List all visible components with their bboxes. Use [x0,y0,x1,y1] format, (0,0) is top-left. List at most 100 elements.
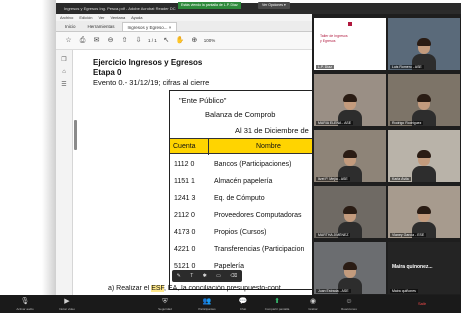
tab-inicio[interactable]: Inicio [60,22,81,31]
participant-tile[interactable]: Karla Ávila [388,130,460,182]
menu-item-edicion[interactable]: Edición [79,15,92,20]
cursor-icon[interactable]: ↖ [162,36,171,45]
save-icon[interactable]: ☆ [64,36,73,45]
account-name: Propios (Cursos) [214,229,267,236]
document-page: Ejercicio Ingresos y Egresos Etapa 0 Eve… [77,50,312,295]
screen-share-banner: Estás viendo la pantalla de L.P. Díaz [178,2,241,9]
column-divider [208,139,209,155]
participant-tile-slide[interactable]: Taller de Ingresos y Egresos L.P. Díaz [314,18,386,70]
account-name: Papelería [214,263,244,270]
next-page-icon[interactable]: ⇩ [134,36,143,45]
bookmark-icon[interactable]: ☰ [56,81,72,88]
video-icon: ▶ [64,298,70,305]
control-label: Seguridad [158,307,172,311]
participant-tile[interactable]: Itzel P. Mejía - ASE [314,130,386,182]
participants-button[interactable]: 👥 Participantes [192,297,222,311]
footnote-prefix: a) Realizar el [108,285,152,292]
account-name: Proveedores Computadoras [214,212,302,219]
pdf-toolbar: ☆ ⎙ ✉ ⊖ ⇧ ⇩ 1 / 1 ↖ ✋ ⊕ 100% [56,32,312,50]
participant-name: MARTHA JIMÉNEZ [316,233,351,237]
account-name: Bancos (Participaciones) [214,161,292,168]
left-navigation-rail: ❐ ⌂ ☰ [56,50,73,295]
print-icon[interactable]: ⎙ [78,36,87,45]
reactions-icon: ☺ [345,298,353,305]
participant-name: Rodrigo Rodríguez [390,121,424,125]
participant-name: MARIA ELENA - ASE [316,121,354,125]
tab-herramientas[interactable]: Herramientas [83,22,120,31]
report-title: Balanza de Comprob [205,110,276,119]
participant-tile[interactable]: Rodrigo Rodríguez [388,74,460,126]
control-label: Reacciones [341,307,357,311]
control-label: Chat [239,307,247,311]
participant-name: Vianey García - ESE [390,233,427,237]
photo-frame-bottom [0,313,461,317]
participant-video [411,148,437,182]
document-stage: Etapa 0 [93,68,122,77]
security-icon: ⛨ [162,298,168,305]
video-button[interactable]: ▶ Iniciar video [52,297,82,311]
table-row: 4173 0 Propios (Cursos) [170,224,312,241]
menu-item-ver[interactable]: Ver [98,15,104,20]
window-title: Ingresos y Egresos Ing. Pesca.pdf - Adob… [64,6,176,11]
participant-tile[interactable]: Juan Estrada - ASE [314,242,386,294]
chat-icon: 💬 [238,298,248,305]
account-code: 2112 0 [174,212,195,219]
table-body: 1112 0 Bancos (Participaciones) 1151 1 A… [170,156,312,275]
account-code: 1151 1 [174,178,195,185]
email-icon[interactable]: ✉ [92,36,101,45]
leave-meeting-button[interactable]: Salir [418,301,426,306]
security-button[interactable]: ⛨ Seguridad [150,297,180,311]
participant-caption: Maira quinonez... [392,264,433,270]
account-code: 4221 0 [174,246,196,253]
participant-tile[interactable]: Luis Romero - ASE [388,18,460,70]
pages-icon[interactable]: ❐ [56,56,72,63]
shape-icon[interactable]: ▭ [216,273,221,279]
text-icon[interactable]: T [190,273,193,279]
share-screen-icon: ⬆ [274,298,280,305]
table-row: 1241 3 Eq. de Cómputo [170,190,312,207]
tab-bar: Inicio Herramientas Ingresos y Egreso...… [56,21,312,32]
participant-tile[interactable]: Vianey García - ESE [388,186,460,238]
zoom-level[interactable]: 100% [204,38,216,43]
table-row: 2112 0 Proveedores Computadoras [170,207,312,224]
record-button[interactable]: ◉ Grabar [298,297,328,311]
tab-document[interactable]: Ingresos y Egreso... × [121,22,178,31]
menu-item-ayuda[interactable]: Ayuda [131,15,142,20]
menu-item-ventana[interactable]: Ventana [110,15,125,20]
microphone-icon: 🎙 [20,298,30,305]
mute-button[interactable]: 🎙 Activar audio [10,297,40,311]
page-indicator[interactable]: 1 / 1 [148,38,157,43]
control-label: Grabar [308,307,318,311]
document-event: Evento 0.- 31/12/19; cifras al cierre [93,78,210,87]
chat-button[interactable]: 💬 Chat [228,297,258,311]
table-header: Cuenta Nombre [170,138,312,155]
account-code: 5121 0 [174,263,196,270]
participant-tile[interactable]: MARIA ELENA - ASE [314,74,386,126]
shared-slide-title: Taller de Ingresos y Egresos [320,34,348,43]
previous-page-icon[interactable]: ⇧ [120,36,129,45]
reactions-button[interactable]: ☺ Reacciones [334,297,364,311]
eraser-icon[interactable]: ⌫ [230,273,237,279]
account-code: 1241 3 [174,195,196,202]
entity-name: "Ente Público" [179,96,227,105]
attachment-icon[interactable]: ⌂ [56,69,72,75]
hand-icon[interactable]: ✋ [176,36,185,45]
pencil-icon[interactable]: ✎ [177,273,181,279]
document-title: Ejercicio Ingresos y Egresos [93,58,203,67]
menu-item-archivo[interactable]: Archivo [60,15,73,20]
stamp-icon[interactable]: ✱ [203,273,207,279]
participant-name: Maira quiñones [390,289,418,293]
participant-tile[interactable]: MARTHA JIMÉNEZ [314,186,386,238]
zoom-in-icon[interactable]: ⊕ [190,36,199,45]
control-label: Iniciar video [58,307,75,311]
participant-tile-no-video[interactable]: Maira quinonez... Maira quiñones [388,242,460,294]
footnote-text: a) Realizar el ESF, EA, la conciliación … [108,285,312,292]
participants-icon: 👥 [202,298,212,305]
view-options-button[interactable]: Ver Opciones ▾ [258,2,290,9]
share-screen-button[interactable]: ⬆ Compartir pantalla [262,297,292,311]
account-name: Almacén papelería [214,178,273,185]
participant-name: Juan Estrada - ASE [316,289,351,293]
control-label: Participantes [198,307,216,311]
zoom-out-icon[interactable]: ⊖ [106,36,115,45]
participant-name: L.P. Díaz [316,65,334,69]
